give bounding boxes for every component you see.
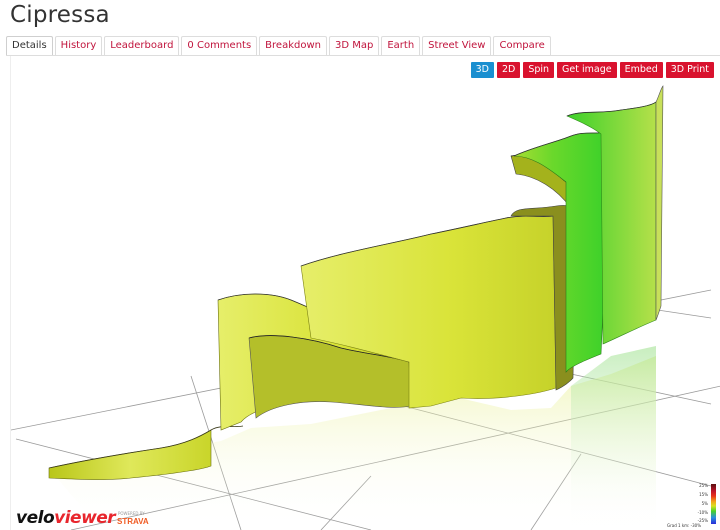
veloviewer-logo: veloviewer (16, 508, 116, 528)
tab-history[interactable]: History (54, 36, 103, 55)
powered-by-text: POWERED BY (118, 511, 145, 516)
logo-velo: velo (16, 508, 55, 528)
legend-label: 15% (699, 492, 708, 497)
legend-label: 5% (701, 501, 708, 506)
3d-print-button[interactable]: 3D Print (665, 62, 714, 78)
legend-label: -10% (697, 510, 708, 515)
get-image-button[interactable]: Get image (557, 62, 617, 78)
tab-earth[interactable]: Earth (381, 36, 421, 55)
tab-leaderboard[interactable]: Leaderboard (104, 36, 180, 55)
view-2d-button[interactable]: 2D (496, 62, 521, 78)
tab-bar: Details History Leaderboard 0 Comments B… (6, 36, 551, 55)
tab-breakdown[interactable]: Breakdown (259, 36, 327, 55)
spin-button[interactable]: Spin (523, 62, 555, 78)
embed-button[interactable]: Embed (619, 62, 663, 78)
gradient-note: Grad 1 km: -30% (667, 523, 701, 528)
strava-logo: STRAVA (117, 517, 149, 526)
view-3d-button[interactable]: 3D (470, 62, 494, 78)
legend-label: 25% (699, 483, 708, 488)
tab-3d-map[interactable]: 3D Map (328, 36, 380, 55)
page-title: Cipressa (10, 2, 110, 28)
3d-profile-canvas[interactable] (11, 56, 720, 530)
tab-compare[interactable]: Compare (493, 36, 551, 55)
tab-street-view[interactable]: Street View (422, 36, 492, 55)
gradient-color-bar (711, 484, 716, 524)
logo-viewer: viewer (54, 508, 116, 528)
gradient-legend: 25% 15% 5% -10% -25% (692, 483, 716, 526)
3d-profile-viewer[interactable] (10, 56, 720, 530)
tab-details[interactable]: Details (6, 36, 53, 55)
tab-comments[interactable]: 0 Comments (181, 36, 258, 55)
viewer-toolbar: 3D 2D Spin Get image Embed 3D Print (470, 62, 714, 78)
